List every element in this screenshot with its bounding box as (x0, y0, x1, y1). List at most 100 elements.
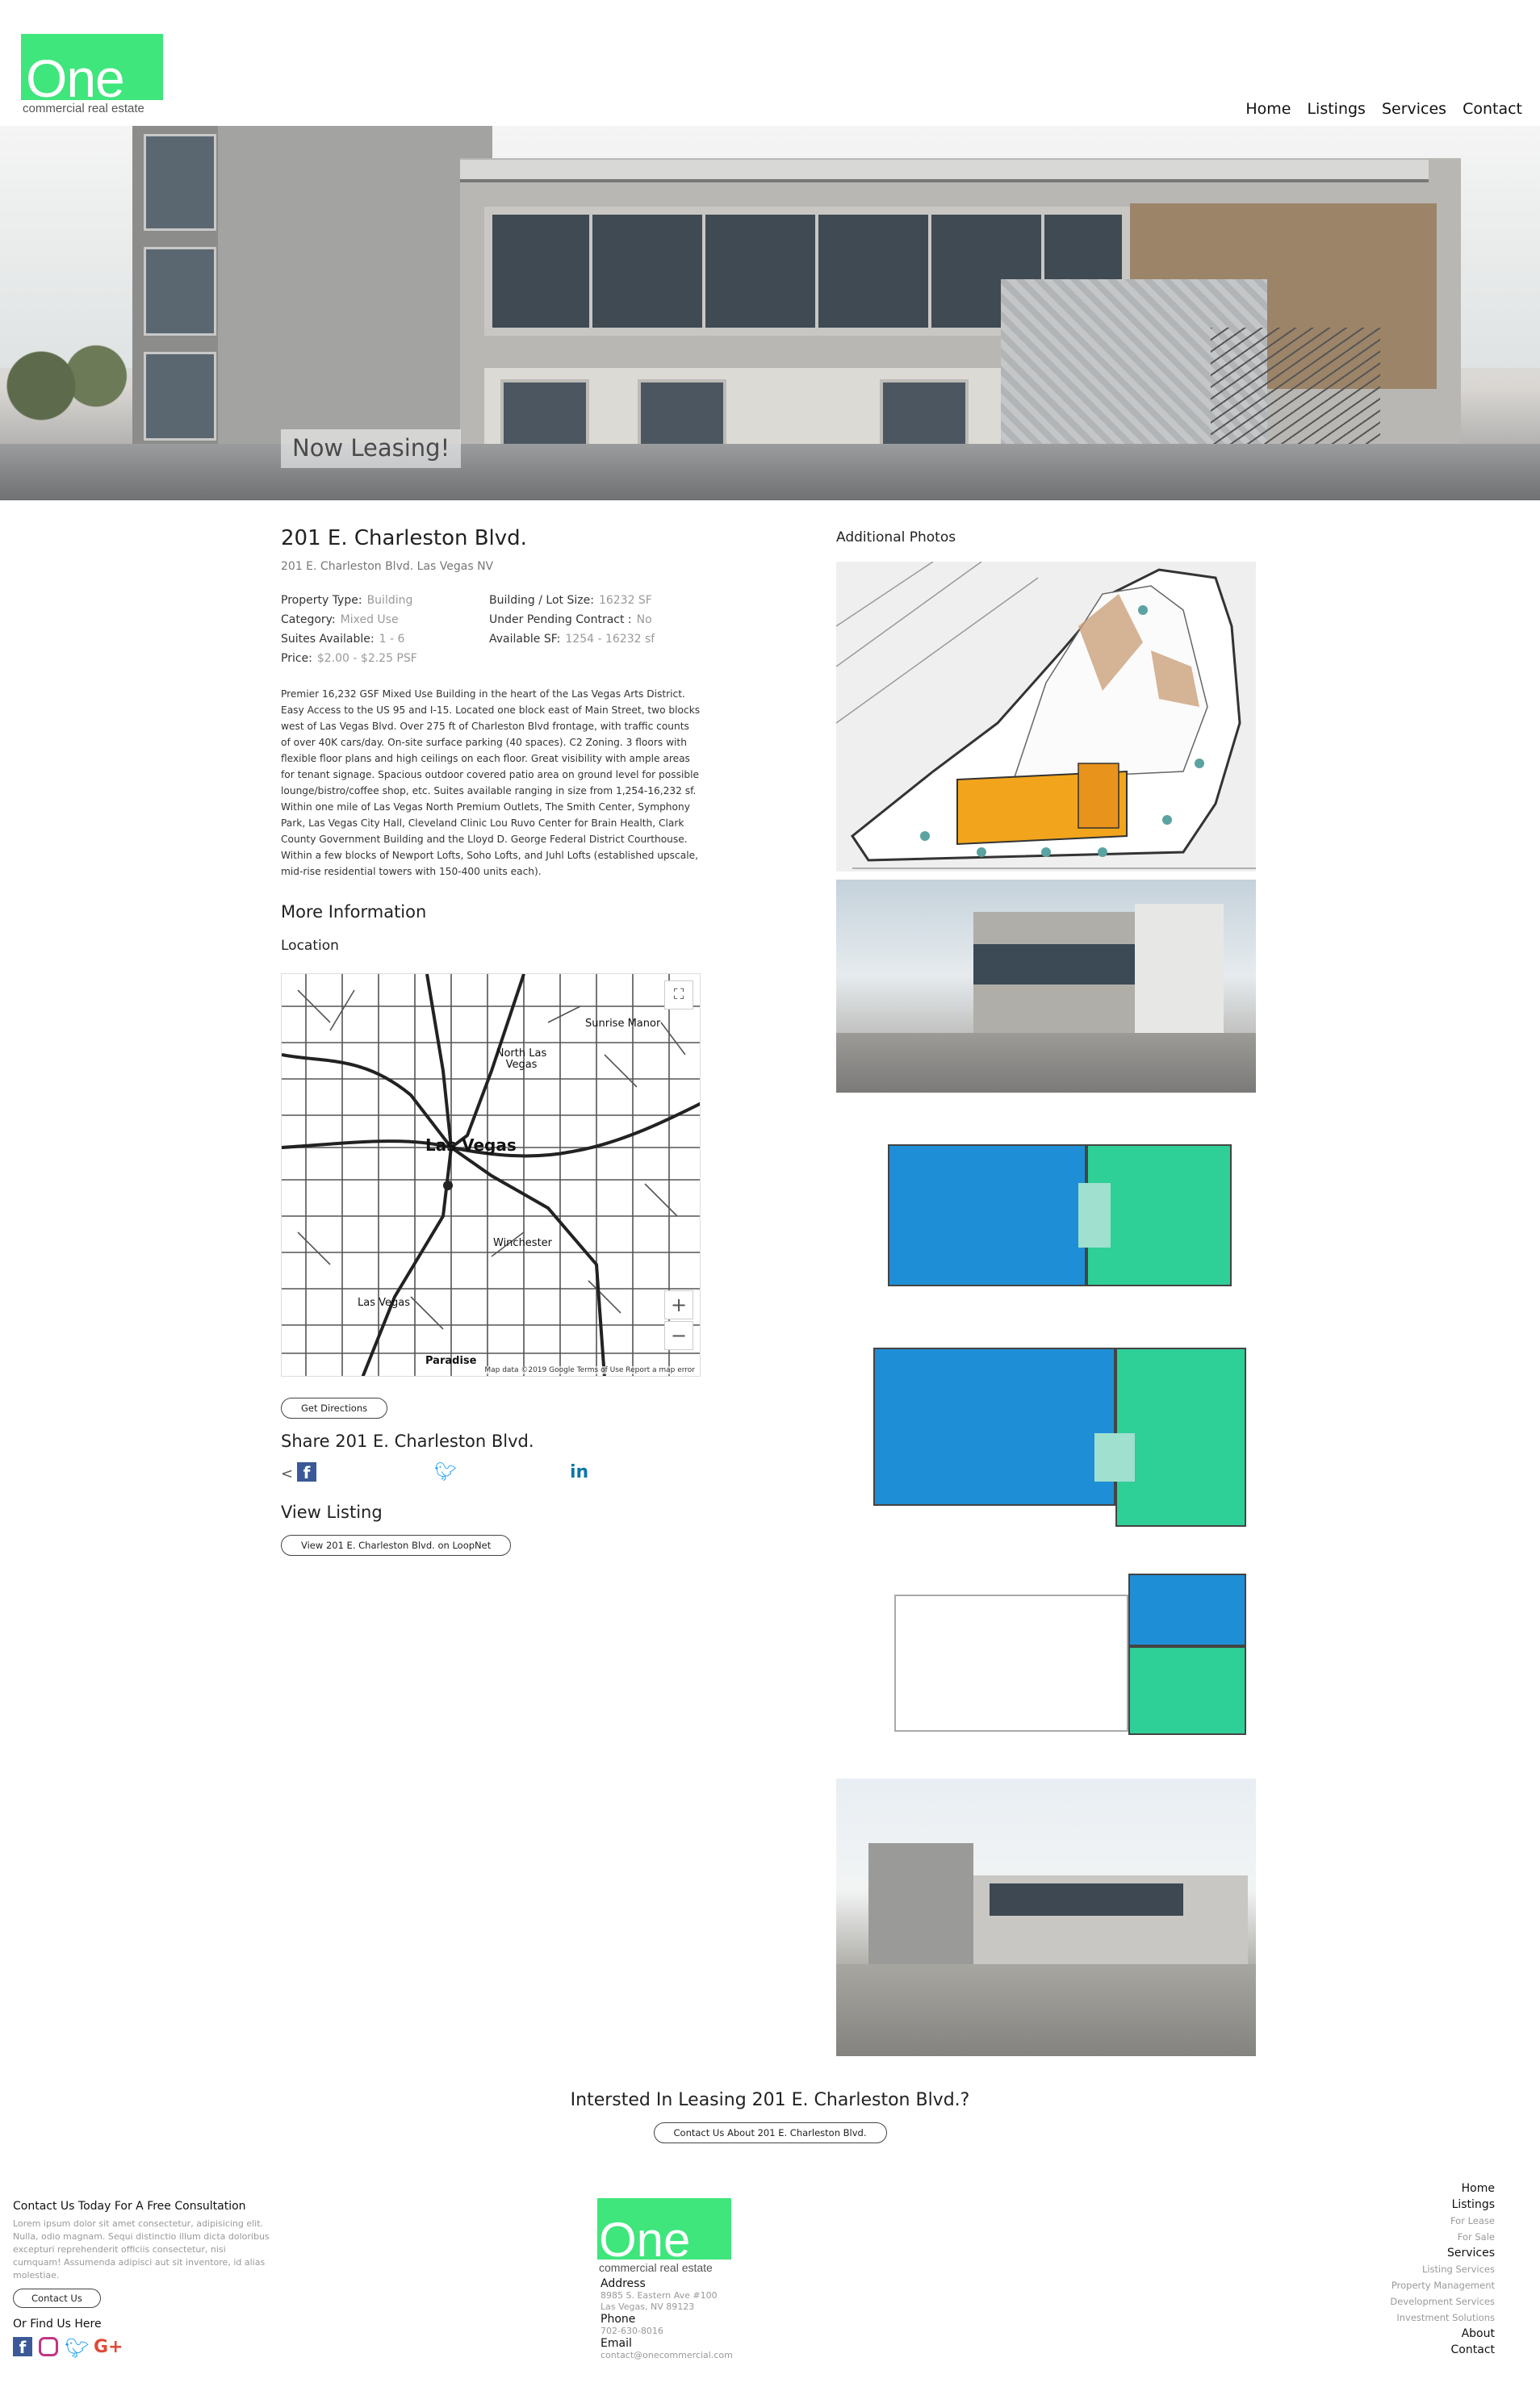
footer-find-us: Or Find Us Here (13, 2318, 102, 2331)
nav-home[interactable]: Home (1245, 100, 1291, 118)
fact-available-sf: Available SF: 1254 - 16232 sf (489, 633, 655, 646)
google-plus-icon[interactable]: G+ (94, 2337, 123, 2357)
plan2-blue-suite (873, 1348, 1115, 1506)
share-icons: < f 🐦︎ in (281, 1459, 717, 1491)
mullion (702, 215, 705, 328)
render2-lot (836, 1964, 1256, 2056)
interest-heading: Intersted In Leasing 201 E. Charleston B… (570, 2090, 970, 2110)
fact-value: Building (366, 594, 413, 607)
footer-services-link[interactable]: Services (1390, 2245, 1495, 2261)
render1-glass (973, 944, 1135, 985)
fact-label: Available SF: (489, 633, 561, 646)
location-map[interactable]: Sunrise Manor North Las Vegas Las Vegas … (281, 973, 701, 1377)
plan3-blue-suite (1128, 1574, 1246, 1646)
footer-listing-services-link[interactable]: Listing Services (1390, 2261, 1495, 2277)
additional-photos: Additional Photos (836, 529, 1256, 2056)
plan1-blue-suite (888, 1144, 1086, 1286)
footer-menu: Home Listings For Lease For Sale Service… (1390, 2180, 1495, 2358)
fact-value: $2.00 - $2.25 PSF (316, 652, 417, 665)
site-plan-photo[interactable] (836, 562, 1256, 872)
map-credits[interactable]: Map data ©2019 Google Terms of Use Repor… (484, 1366, 695, 1374)
footer-logo-word: One (599, 2213, 691, 2267)
instagram-icon[interactable] (39, 2337, 58, 2356)
plan1-core (1078, 1183, 1111, 1248)
footer-development-services-link[interactable]: Development Services (1390, 2293, 1495, 2310)
facebook-icon[interactable]: f (297, 1462, 316, 1482)
footer-brand: One commercial real estate Address 8985 … (597, 2198, 791, 2361)
footer-email-label: Email (601, 2337, 632, 2350)
tower-window (144, 247, 216, 336)
nav-listings[interactable]: Listings (1307, 100, 1366, 118)
location-heading: Location (281, 938, 339, 954)
map-pin[interactable] (443, 1181, 453, 1190)
brand-logo[interactable]: One commercial real estate (21, 34, 163, 115)
footer-contact-button[interactable]: Contact Us (13, 2289, 101, 2308)
more-information-heading: More Information (281, 902, 427, 922)
facebook-icon[interactable]: f (13, 2337, 32, 2357)
footer-email[interactable]: contact@onecommercial.com (601, 2350, 791, 2361)
footer-contact: Contact Us Today For A Free Consultation… (13, 2200, 279, 2361)
footer-investment-solutions-link[interactable]: Investment Solutions (1390, 2310, 1495, 2326)
building-render-photo-2[interactable] (836, 1779, 1256, 2056)
loopnet-button[interactable]: View 201 E. Charleston Blvd. on LoopNet (281, 1535, 512, 1556)
map-label-paradise: Paradise (425, 1355, 477, 1367)
footer-for-sale-link[interactable]: For Sale (1390, 2229, 1495, 2245)
mullion (928, 215, 931, 328)
nav-contact[interactable]: Contact (1463, 100, 1522, 118)
additional-photos-heading: Additional Photos (836, 529, 956, 546)
hero-trees (0, 328, 137, 424)
property-details: 201 E. Charleston Blvd. 201 E. Charlesto… (281, 526, 717, 1556)
fact-label: Price: (281, 652, 312, 665)
fact-suites: Suites Available: 1 - 6 (281, 633, 404, 646)
contact-about-button[interactable]: Contact Us About 201 E. Charleston Blvd. (653, 2122, 887, 2143)
share-icon[interactable]: < (281, 1465, 293, 1482)
footer-for-lease-link[interactable]: For Lease (1390, 2213, 1495, 2229)
mullion (589, 215, 592, 328)
fact-value: 1254 - 16232 sf (565, 633, 655, 646)
plan3-open-floor (894, 1595, 1128, 1732)
fact-property-type: Property Type: Building (281, 594, 412, 607)
linkedin-icon[interactable]: in (570, 1462, 588, 1482)
map-fullscreen-button[interactable]: ⛶ (664, 980, 693, 1010)
floor-plan-2[interactable] (836, 1336, 1256, 1527)
logo-tagline: commercial real estate (23, 102, 144, 115)
fact-value: No (636, 613, 652, 626)
hero-ground (0, 444, 1540, 500)
footer-address-label: Address (601, 2277, 646, 2290)
property-title: 201 E. Charleston Blvd. (281, 526, 527, 550)
now-leasing-badge: Now Leasing! (281, 429, 462, 468)
footer-contact-link[interactable]: Contact (1390, 2342, 1495, 2358)
mullion (815, 215, 818, 328)
ground-window (638, 379, 726, 454)
twitter-icon[interactable]: 🐦︎ (65, 2337, 89, 2360)
fact-label: Under Pending Contract : (489, 613, 632, 626)
footer-listings-link[interactable]: Listings (1390, 2197, 1495, 2213)
footer-phone[interactable]: 702-630-8016 (601, 2326, 791, 2337)
footer-about-link[interactable]: About (1390, 2326, 1495, 2342)
floor-plan-1[interactable] (836, 1135, 1256, 1296)
building-render-photo[interactable] (836, 880, 1256, 1093)
get-directions-button[interactable]: Get Directions (281, 1398, 388, 1419)
twitter-icon[interactable]: 🐦︎ (434, 1462, 457, 1482)
footer-logo[interactable]: One commercial real estate (597, 2198, 731, 2274)
footer-home-link[interactable]: Home (1390, 2180, 1495, 2197)
map-zoom-in-button[interactable]: + (664, 1290, 693, 1319)
fact-lot-size: Building / Lot Size: 16232 SF (489, 594, 652, 607)
map-zoom-out-button[interactable]: − (664, 1321, 693, 1350)
footer-property-management-link[interactable]: Property Management (1390, 2277, 1495, 2293)
render2-glass (990, 1883, 1183, 1916)
property-address: 201 E. Charleston Blvd. Las Vegas NV (281, 560, 494, 573)
hero-image: Now Leasing! (0, 126, 1540, 500)
map-label-winchester: Winchester (493, 1237, 553, 1249)
map-label-north-las-vegas: North Las Vegas (496, 1047, 547, 1071)
property-facts: Property Type: Building Category: Mixed Us… (281, 594, 717, 673)
site-plan-drawing (836, 562, 1256, 869)
plan2-core (1094, 1433, 1135, 1482)
render2-tower (868, 1843, 973, 1964)
floor-plan-3[interactable] (836, 1570, 1256, 1758)
nav-services[interactable]: Services (1382, 100, 1446, 118)
footer-lorem: Lorem ipsum dolor sit amet consectetur, … (13, 2218, 270, 2280)
tower-window (144, 134, 216, 231)
fact-value: Mixed Use (340, 613, 399, 626)
footer-contact-title: Contact Us Today For A Free Consultation (13, 2200, 246, 2213)
